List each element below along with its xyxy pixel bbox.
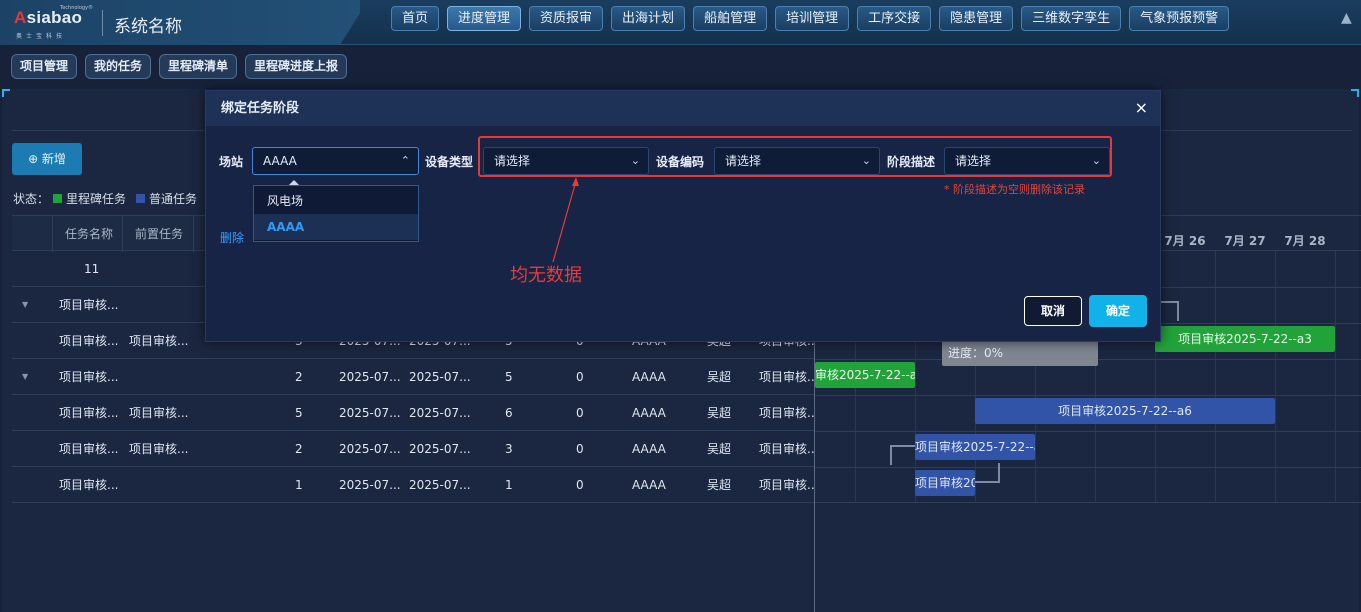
gantt-bar-task[interactable]: 项目审核2025-7-22--a	[915, 434, 1035, 460]
nav-handover[interactable]: 工序交接	[857, 6, 932, 31]
gantt-bar-milestone[interactable]: 项目审核2025-7-22--a3	[1155, 326, 1335, 352]
station-dropdown: 风电场 AAAA	[253, 185, 419, 242]
sub-nav: 项目管理 我的任务 里程碑清单 里程碑进度上报	[11, 54, 348, 79]
dialog-title: 绑定任务阶段	[221, 101, 300, 116]
dependency-link	[975, 463, 1000, 483]
annotation-text: 均无数据	[510, 265, 582, 286]
nav-home[interactable]: 首页	[391, 6, 440, 31]
nav-progress[interactable]: 进度管理	[447, 6, 522, 31]
col-task-name[interactable]: 任务名称	[65, 216, 113, 252]
expand-caret-icon[interactable]: ▼	[22, 359, 28, 395]
confirm-button[interactable]: 确定	[1089, 295, 1147, 327]
nav-sea-plan[interactable]: 出海计划	[611, 6, 686, 31]
table-row[interactable]: 项目审核... 1 2025-07... 2025-07... 1 0 AAAA…	[12, 467, 815, 503]
gantt-day: 7月 27	[1224, 234, 1266, 248]
nav-hazard[interactable]: 隐患管理	[939, 6, 1014, 31]
gantt-day: 7月 28	[1284, 234, 1326, 248]
divider	[102, 10, 103, 36]
status-label: 状态：	[13, 192, 50, 206]
logo-area: Asiabao Technology® 奥士宝科技 系统名称	[0, 0, 360, 45]
tab-my-tasks[interactable]: 我的任务	[85, 54, 152, 79]
normal-swatch	[136, 194, 146, 203]
dropdown-option[interactable]: 风电场	[254, 188, 418, 214]
device-type-label: 设备类型	[425, 155, 474, 169]
table-row[interactable]: 项目审核... 项目审核... 2 2025-07... 2025-07... …	[12, 431, 815, 467]
main-nav: 首页 进度管理 资质报审 出海计划 船舶管理 培训管理 工序交接 隐患管理 三维…	[391, 6, 1230, 31]
legend-milestone: 里程碑任务	[66, 192, 127, 206]
user-icon[interactable]: ▲	[1341, 10, 1355, 30]
gantt-bar-task[interactable]: 项目审核2025-7-22--a6	[975, 398, 1275, 424]
nav-ship[interactable]: 船舶管理	[693, 6, 768, 31]
nav-training[interactable]: 培训管理	[775, 6, 850, 31]
station-label: 场站	[219, 155, 244, 169]
table-row[interactable]: 项目审核... 项目审核... 5 2025-07... 2025-07... …	[12, 395, 815, 431]
gantt-tooltip: 进度：0%	[942, 340, 1098, 366]
top-header: Asiabao Technology® 奥士宝科技 系统名称 首页 进度管理 资…	[0, 0, 1361, 45]
close-icon[interactable]: ×	[1135, 91, 1148, 125]
delete-link[interactable]: 删除	[220, 229, 244, 246]
station-select[interactable]: AAAA ⌃	[252, 147, 419, 175]
milestone-swatch	[53, 194, 63, 203]
nav-digital-twin[interactable]: 三维数字孪生	[1021, 6, 1122, 31]
stage-desc-hint: * 阶段描述为空则删除该记录	[944, 183, 1085, 196]
panel-corner	[1351, 89, 1359, 97]
table-row[interactable]: ▼ 项目审核... 2 2025-07... 2025-07... 5 0 AA…	[12, 359, 815, 395]
station-value: AAAA	[263, 154, 297, 168]
dependency-link	[890, 445, 915, 465]
legend-normal: 普通任务	[149, 192, 198, 206]
dialog-header: 绑定任务阶段 ×	[206, 91, 1160, 126]
logo-subtitle: 奥士宝科技	[16, 33, 67, 40]
nav-qualification[interactable]: 资质报审	[529, 6, 604, 31]
gantt-bar-task[interactable]: 项目审核20	[915, 470, 975, 496]
tab-project-management[interactable]: 项目管理	[11, 54, 78, 79]
gantt-day: 7月 26	[1164, 234, 1206, 248]
status-legend: 状态： 里程碑任务 普通任务	[13, 190, 197, 207]
add-button[interactable]: ⊕ 新增	[12, 143, 82, 175]
tab-milestone-report[interactable]: 里程碑进度上报	[245, 54, 348, 79]
chevron-up-icon: ⌃	[400, 154, 410, 167]
tab-milestone-list[interactable]: 里程碑清单	[159, 54, 238, 79]
system-name: 系统名称	[114, 17, 182, 37]
annotation-highlight-box	[478, 136, 1112, 177]
cancel-button[interactable]: 取消	[1024, 296, 1082, 326]
col-predecessor[interactable]: 前置任务	[135, 216, 183, 252]
panel-corner	[2, 89, 10, 97]
company-logo: Asiabao	[14, 8, 83, 27]
dropdown-option-selected[interactable]: AAAA	[254, 214, 418, 240]
expand-caret-icon[interactable]: ▼	[22, 287, 28, 323]
nav-weather[interactable]: 气象预报预警	[1129, 6, 1230, 31]
gantt-bar-milestone[interactable]: 审核2025-7-22--a	[815, 362, 915, 388]
logo-tech-mark: Technology®	[60, 5, 94, 11]
